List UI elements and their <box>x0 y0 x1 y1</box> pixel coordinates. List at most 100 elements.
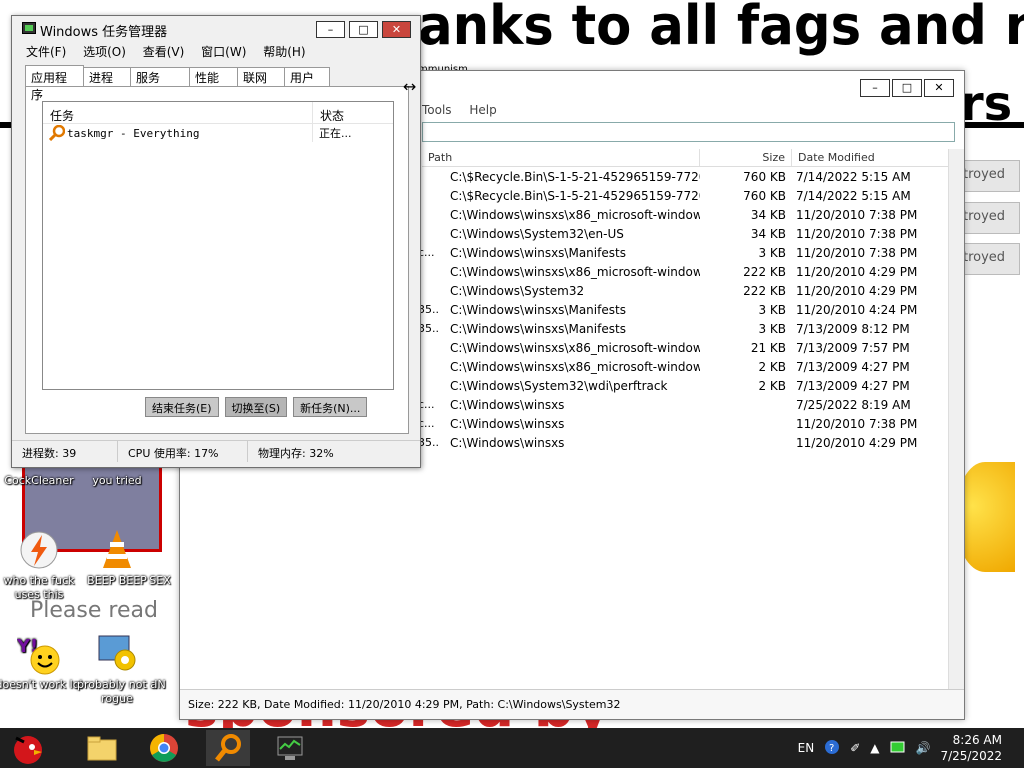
tab-networking[interactable]: 联网 <box>237 67 285 86</box>
column-path[interactable]: Path <box>422 149 700 166</box>
result-row[interactable]: 35... C:\Windows\winsxs 11/20/2010 4:29 PM <box>418 433 949 452</box>
new-task-button[interactable]: 新任务(N)... <box>293 397 368 417</box>
tab-performance[interactable]: 性能 <box>189 67 238 86</box>
system-tray: EN ? ✐ ▲ 🔊 8:26 AM 7/25/2022 <box>798 728 1024 768</box>
result-row[interactable]: C:\Windows\winsxs\x86_microsoft-windows-… <box>422 357 949 376</box>
volume-icon[interactable]: 🔊 <box>916 741 931 755</box>
date-cell: 7/13/2009 4:27 PM <box>796 378 910 393</box>
menu-options[interactable]: 选项(O) <box>83 45 126 59</box>
column-size[interactable]: Size <box>700 149 792 166</box>
maximize-button[interactable]: □ <box>349 21 378 38</box>
taskbar: EN ? ✐ ▲ 🔊 8:26 AM 7/25/2022 <box>0 728 1024 768</box>
result-row[interactable]: c... C:\Windows\winsxs\Manifests 3 KB 11/20… <box>418 243 949 262</box>
date-cell: 11/20/2010 7:38 PM <box>796 245 918 260</box>
traffic-cone-icon <box>95 528 139 572</box>
app-icon <box>140 632 180 676</box>
desktop-icon-you-tried[interactable]: you tried <box>72 474 162 488</box>
result-row[interactable]: C:\Windows\winsxs\x86_microsoft-windows-… <box>422 338 949 357</box>
battery-icon[interactable] <box>890 741 906 756</box>
process-count: 进程数: 39 <box>12 441 118 462</box>
language-indicator[interactable]: EN <box>798 741 815 755</box>
result-row[interactable]: 35... C:\Windows\winsxs\Manifests 3 KB 11/2… <box>418 300 949 319</box>
desktop-button-fragment[interactable]: troyed <box>960 243 1020 275</box>
scrollbar[interactable] <box>948 149 964 689</box>
tab-applications[interactable]: 应用程序 <box>25 65 84 102</box>
yahoo-smiley-icon: Y! <box>17 632 61 676</box>
result-row[interactable]: C:\Windows\winsxs\x86_microsoft-windows-… <box>422 262 949 281</box>
size-cell: 222 KB <box>743 264 786 279</box>
tab-processes[interactable]: 进程 <box>83 67 131 86</box>
menu-file[interactable]: 文件(F) <box>26 45 66 59</box>
show-hidden-icons-icon[interactable]: ▲ <box>870 741 879 755</box>
path-cell: C:\Windows\winsxs <box>450 416 565 431</box>
result-row[interactable]: c... C:\Windows\winsxs 7/25/2022 8:19 AM <box>418 395 949 414</box>
size-cell: 3 KB <box>758 321 786 336</box>
close-button[interactable]: ✕ <box>382 21 411 38</box>
date-cell: 7/25/2022 8:19 AM <box>796 397 911 412</box>
search-input[interactable] <box>422 122 955 142</box>
menu-view[interactable]: 查看(V) <box>143 45 185 59</box>
action-buttons: 结束任务(E) 切换至(S) 新任务(N)... <box>145 397 373 417</box>
date-cell: 11/20/2010 4:29 PM <box>796 264 918 279</box>
desktop-button-fragment[interactable]: troyed <box>960 160 1020 192</box>
maximize-button[interactable]: □ <box>892 79 922 97</box>
result-row[interactable]: 35... C:\Windows\winsxs\Manifests 3 KB 7/13… <box>418 319 949 338</box>
date-cell: 11/20/2010 7:38 PM <box>796 226 918 241</box>
task-manager-icon <box>22 22 36 34</box>
date-cell: 11/20/2010 7:38 PM <box>796 207 918 222</box>
path-cell: C:\Windows\winsxs\Manifests <box>450 302 626 317</box>
result-row[interactable]: C:\Windows\System32\en-US 34 KB 11/20/2010… <box>422 224 949 243</box>
desktop-button-fragment[interactable]: troyed <box>960 202 1020 234</box>
column-date-modified[interactable]: Date Modified <box>792 149 949 166</box>
result-row[interactable]: C:\Windows\winsxs\x86_microsoft-windows-… <box>422 205 949 224</box>
svg-text:?: ? <box>829 743 834 754</box>
menu-window[interactable]: 窗口(W) <box>201 45 246 59</box>
result-row[interactable]: C:\Windows\System32 222 KB 11/20/2010 4:29… <box>422 281 949 300</box>
desktop-icon-in[interactable]: IN <box>140 632 180 692</box>
result-row[interactable]: C:\Windows\System32\wdi\perftrack 2 KB 7/1… <box>422 376 949 395</box>
chrome-icon[interactable] <box>142 730 186 766</box>
magnifier-icon <box>49 125 65 141</box>
result-row[interactable]: c... C:\Windows\winsxs 11/20/2010 7:38 PM <box>418 414 949 433</box>
path-cell: C:\Windows\System32\en-US <box>450 226 624 241</box>
clock[interactable]: 8:26 AM 7/25/2022 <box>940 732 1024 764</box>
name-fragment: c... <box>418 398 435 411</box>
size-cell: 760 KB <box>743 188 786 203</box>
size-cell: 222 KB <box>743 283 786 298</box>
path-cell: C:\Windows\winsxs <box>450 435 565 450</box>
tab-services[interactable]: 服务 <box>130 67 190 86</box>
results-list: Path Size Date Modified C:\$Recycle.Bin\… <box>418 149 949 689</box>
menu-help[interactable]: Help <box>469 103 496 117</box>
task-row[interactable]: taskmgr - Everything 正在... <box>43 124 393 142</box>
task-manager-taskbar-icon[interactable] <box>268 730 312 766</box>
angry-bird-start-icon[interactable] <box>4 730 48 766</box>
task-status: 正在... <box>319 127 352 140</box>
column-task[interactable]: 任务 <box>43 102 313 123</box>
result-row[interactable]: C:\$Recycle.Bin\S-1-5-21-452965159-77203… <box>422 167 949 186</box>
name-fragment: 35... <box>418 436 438 449</box>
switch-to-button[interactable]: 切换至(S) <box>224 397 288 417</box>
desktop-icon-sex[interactable]: SEX <box>140 528 180 588</box>
minimize-button[interactable]: – <box>316 21 345 38</box>
pen-icon[interactable]: ✐ <box>850 741 860 755</box>
tab-users[interactable]: 用户 <box>284 67 330 86</box>
path-cell: C:\Windows\winsxs\Manifests <box>450 321 626 336</box>
task-name: taskmgr - Everything <box>67 126 200 140</box>
result-row[interactable]: C:\$Recycle.Bin\S-1-5-21-452965159-77203… <box>422 186 949 205</box>
close-button[interactable]: ✕ <box>924 79 954 97</box>
status-bar: 进程数: 39 CPU 使用率: 17% 物理内存: 32% <box>12 440 420 462</box>
size-cell: 2 KB <box>758 378 786 393</box>
end-task-button[interactable]: 结束任务(E) <box>145 397 219 417</box>
menu-help[interactable]: 帮助(H) <box>263 45 305 59</box>
folder-icon[interactable] <box>80 730 124 766</box>
path-cell: C:\Windows\System32 <box>450 283 585 298</box>
date-cell: 11/20/2010 4:29 PM <box>796 435 918 450</box>
size-cell: 21 KB <box>750 340 786 355</box>
menu-tools[interactable]: Tools <box>422 103 452 117</box>
task-list[interactable]: 任务 状态 taskmgr - Everything 正在... <box>42 101 394 390</box>
column-status[interactable]: 状态 <box>313 102 393 123</box>
help-icon[interactable]: ? <box>824 739 840 758</box>
minimize-button[interactable]: – <box>860 79 890 97</box>
name-fragment: c... <box>418 246 435 259</box>
everything-taskbar-icon[interactable] <box>206 730 250 766</box>
